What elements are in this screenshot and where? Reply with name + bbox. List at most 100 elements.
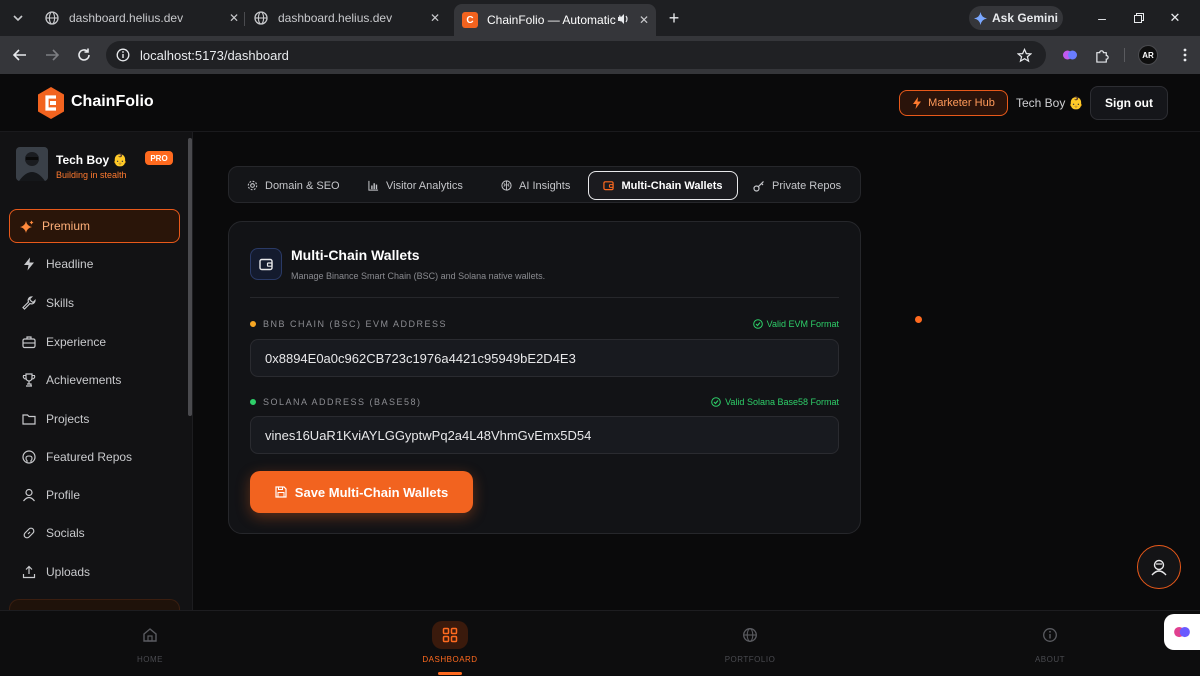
- tab-private-repos[interactable]: Private Repos: [753, 171, 841, 200]
- card-subtitle: Manage Binance Smart Chain (BSC) and Sol…: [291, 271, 546, 281]
- back-arrow-icon[interactable]: [12, 47, 28, 63]
- site-info-icon[interactable]: [115, 47, 131, 63]
- sidebar-item-headline[interactable]: Headline: [9, 247, 180, 281]
- browser-tab-strip: dashboard.helius.dev ✕ dashboard.helius.…: [0, 0, 1200, 36]
- tab-divider: [244, 12, 245, 26]
- sidebar-item-uploads[interactable]: Uploads: [9, 555, 180, 589]
- new-tab-icon[interactable]: +: [666, 8, 682, 28]
- bsc-address-input[interactable]: 0x8894E0a0c962CB723c1976a4421c95949bE2D4…: [250, 339, 839, 377]
- close-icon[interactable]: ✕: [226, 10, 242, 26]
- check-circle-icon: [711, 397, 721, 407]
- sidebar-item-experience[interactable]: Experience: [9, 325, 180, 359]
- avatar: [16, 147, 48, 181]
- sidebar-scrollbar[interactable]: [188, 138, 192, 416]
- tab-visitor-analytics[interactable]: Visitor Analytics: [368, 171, 463, 200]
- bottom-nav-label: PORTFOLIO: [724, 655, 776, 664]
- brain-icon: [501, 180, 512, 191]
- bsc-label-text: BNB CHAIN (BSC) EVM ADDRESS: [263, 319, 448, 329]
- solana-address-label: SOLANA ADDRESS (BASE58): [250, 397, 422, 407]
- sparkle-icon: [20, 220, 34, 233]
- folder-icon: [22, 414, 36, 425]
- sidebar-item-achievements[interactable]: Achievements: [9, 363, 180, 397]
- info-icon: [1040, 625, 1060, 645]
- chainfolio-logo-icon[interactable]: [36, 86, 66, 120]
- bookmark-star-icon[interactable]: [1016, 47, 1032, 63]
- card-divider: [250, 297, 839, 298]
- card-title: Multi-Chain Wallets: [291, 247, 420, 263]
- lightning-icon: [24, 257, 34, 271]
- sidebar-item-profile[interactable]: Profile: [9, 478, 180, 512]
- sidebar-item-label: Skills: [46, 296, 75, 310]
- tab-domain-seo[interactable]: Domain & SEO: [247, 171, 340, 200]
- sidebar-item-label: Profile: [46, 488, 81, 502]
- window-close-icon[interactable]: ✕: [1167, 10, 1183, 26]
- browser-tab-1[interactable]: dashboard.helius.dev ✕: [44, 5, 242, 31]
- globe-icon: [254, 11, 268, 25]
- assistant-fab-button[interactable]: [1137, 545, 1181, 589]
- top-navigation: ChainFolio Marketer Hub Tech Boy 👶 Sign …: [0, 74, 1200, 132]
- profile-avatar-icon[interactable]: AR: [1138, 45, 1158, 65]
- ask-gemini-label: Ask Gemini: [991, 11, 1059, 25]
- tab-search-icon[interactable]: [10, 10, 26, 26]
- check-circle-icon: [752, 319, 763, 329]
- bsc-address-label: BNB CHAIN (BSC) EVM ADDRESS: [250, 319, 447, 329]
- tab-ai-insights[interactable]: AI Insights: [501, 171, 570, 200]
- brand-name[interactable]: ChainFolio: [71, 93, 154, 111]
- wallet-icon: [250, 248, 282, 280]
- close-icon[interactable]: ✕: [636, 12, 652, 28]
- sidebar-item-label: Premium: [42, 219, 91, 233]
- sign-out-button[interactable]: Sign out: [1090, 86, 1168, 120]
- sidebar-item-premium[interactable]: Premium: [9, 209, 180, 243]
- gemini-star-icon: [973, 11, 987, 25]
- kebab-menu-icon[interactable]: [1178, 46, 1192, 64]
- solana-address-input[interactable]: vines16UaR1KviAYLGGyptwPq2a4L48VhmGvEmx5…: [250, 416, 839, 454]
- sidebar-item-projects[interactable]: Projects: [9, 402, 180, 436]
- sidebar-item-socials[interactable]: Socials: [9, 516, 180, 550]
- reload-icon[interactable]: [76, 47, 92, 63]
- globe-icon: [45, 11, 59, 25]
- marketer-hub-label: Marketer Hub: [928, 97, 995, 109]
- gear-icon: [247, 180, 258, 191]
- bottom-nav-about[interactable]: ABOUT: [1020, 611, 1080, 676]
- upload-icon: [22, 565, 36, 579]
- marketer-hub-button[interactable]: Marketer Hub: [899, 90, 1008, 116]
- assistant-user-icon: [1151, 559, 1167, 576]
- minimize-icon[interactable]: –: [1094, 10, 1110, 26]
- trophy-icon: [22, 373, 36, 387]
- app-root: ChainFolio Marketer Hub Tech Boy 👶 Sign …: [0, 74, 1200, 675]
- solana-label-text: SOLANA ADDRESS (BASE58): [263, 397, 422, 407]
- speaker-icon[interactable]: [616, 12, 630, 26]
- ask-gemini-button[interactable]: Ask Gemini: [969, 6, 1063, 30]
- address-bar[interactable]: localhost:5173/dashboard: [106, 41, 1046, 69]
- restore-icon[interactable]: [1131, 10, 1147, 26]
- wallet-icon: [603, 181, 615, 191]
- sidebar-item-skills[interactable]: Skills: [9, 286, 180, 320]
- nav-user-name: Tech Boy 👶: [1016, 96, 1084, 110]
- browser-tab-active[interactable]: C ChainFolio — Automatic We ✕: [454, 4, 656, 36]
- brain-extension-widget-icon[interactable]: [1164, 614, 1200, 650]
- solana-valid-status: Valid Solana Base58 Format: [711, 397, 839, 407]
- tab-multi-chain-wallets[interactable]: Multi-Chain Wallets: [588, 171, 738, 200]
- browser-tab-2[interactable]: dashboard.helius.dev ✕: [253, 5, 443, 31]
- sidebar-item-featured-repos[interactable]: Featured Repos: [9, 440, 180, 474]
- tab-label: Visitor Analytics: [386, 179, 463, 192]
- dashboard-grid-icon: [432, 621, 468, 649]
- solana-status-text: Valid Solana Base58 Format: [725, 397, 839, 407]
- home-icon: [140, 625, 160, 645]
- close-icon[interactable]: ✕: [427, 10, 443, 26]
- save-wallets-button[interactable]: Save Multi-Chain Wallets: [250, 471, 473, 513]
- brain-extension-icon[interactable]: [1061, 46, 1079, 64]
- toolbar-divider: [1124, 48, 1125, 62]
- link-icon: [23, 527, 35, 539]
- lightning-icon: [913, 97, 922, 109]
- sidebar-item-label: Uploads: [46, 565, 91, 579]
- extensions-puzzle-icon[interactable]: [1093, 46, 1111, 64]
- bottom-nav-dashboard[interactable]: DASHBOARD: [410, 611, 490, 676]
- wallets-card: Multi-Chain Wallets Manage Binance Smart…: [228, 221, 861, 534]
- bottom-nav-portfolio[interactable]: PORTFOLIO: [710, 611, 790, 676]
- browser-tab-title: dashboard.helius.dev: [278, 11, 393, 25]
- bsc-status-text: Valid EVM Format: [766, 319, 839, 329]
- sidebar-user-name: Tech Boy 👶: [56, 153, 128, 167]
- forward-arrow-icon[interactable]: [44, 47, 60, 63]
- bottom-nav-home[interactable]: HOME: [120, 611, 180, 676]
